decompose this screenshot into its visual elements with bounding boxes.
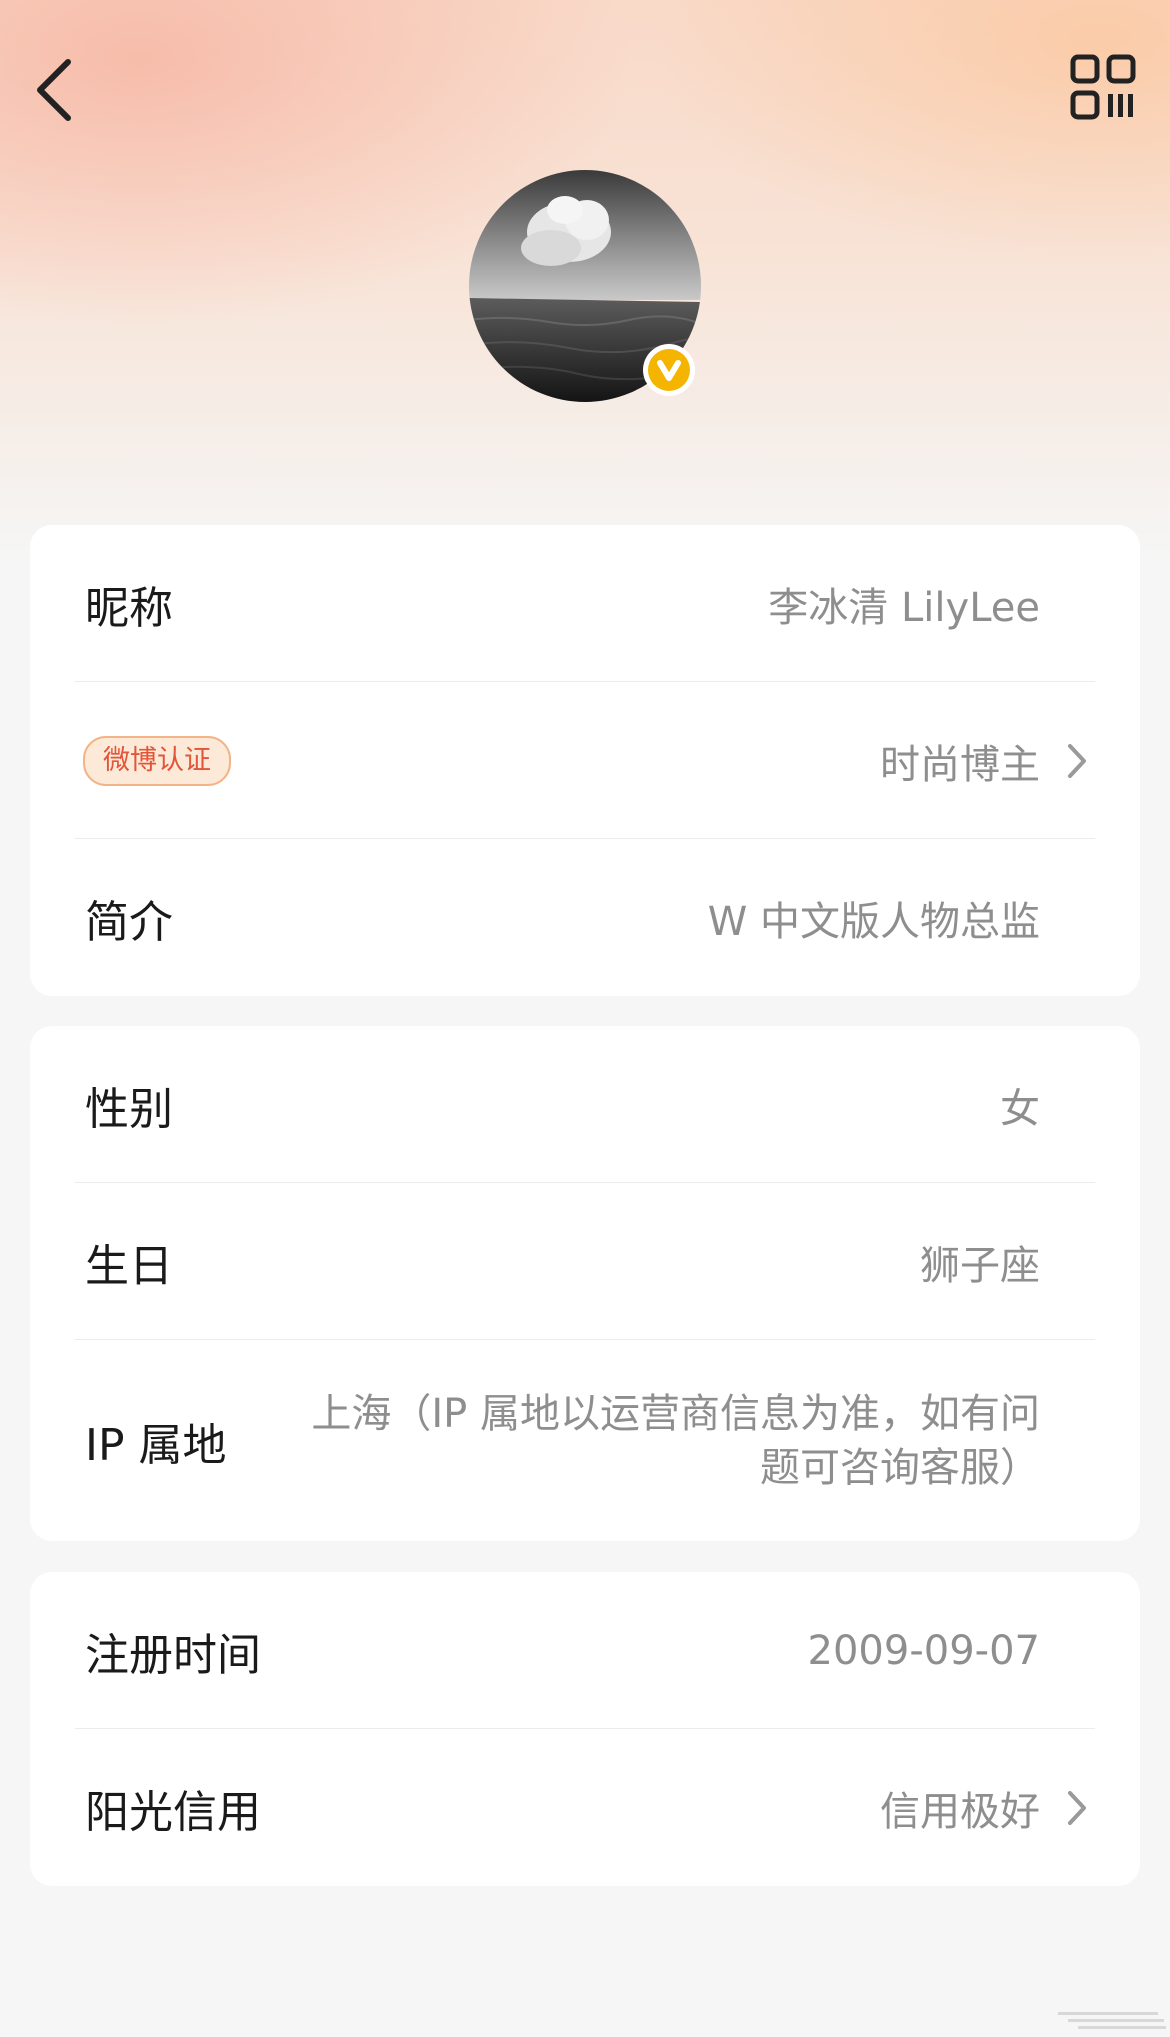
birthday-row[interactable]: 生日 狮子座 bbox=[30, 1183, 1140, 1340]
qr-code-button[interactable] bbox=[1070, 54, 1136, 120]
ip-location-row: IP 属地 上海（IP 属地以运营商信息为准，如有问题可咨询客服） bbox=[30, 1340, 1140, 1541]
personal-info-card: 性别 女 生日 狮子座 IP 属地 上海（IP 属地以运营商信息为准，如有问题可… bbox=[30, 1026, 1140, 1541]
register-time-value: 2009-09-07 bbox=[807, 1627, 1040, 1674]
sunshine-credit-value: 信用极好 bbox=[880, 1788, 1040, 1835]
sunshine-credit-label: 阳光信用 bbox=[85, 1786, 261, 1838]
verified-v-icon bbox=[643, 344, 695, 396]
intro-row[interactable]: 简介 W 中文版人物总监 bbox=[30, 839, 1140, 996]
gender-value: 女 bbox=[1000, 1085, 1040, 1132]
watermark-lines bbox=[1058, 2010, 1168, 2032]
weibo-verification-tag: 微博认证 bbox=[83, 735, 231, 786]
gender-row[interactable]: 性别 女 bbox=[30, 1026, 1140, 1183]
nickname-row[interactable]: 昵称 李冰清 LilyLee bbox=[30, 525, 1140, 682]
intro-label: 简介 bbox=[85, 896, 173, 948]
verified-badge bbox=[641, 342, 697, 398]
register-time-label: 注册时间 bbox=[85, 1629, 261, 1681]
nickname-label: 昵称 bbox=[85, 582, 173, 634]
back-button[interactable] bbox=[22, 48, 92, 128]
birthday-label: 生日 bbox=[85, 1240, 173, 1292]
nickname-value: 李冰清 LilyLee bbox=[768, 584, 1040, 631]
qr-code-icon bbox=[1070, 54, 1136, 120]
profile-info-card: 昵称 李冰清 LilyLee 微博认证 时尚博主 简介 W 中文版人物总监 bbox=[30, 525, 1140, 996]
account-info-card: 注册时间 2009-09-07 阳光信用 信用极好 bbox=[30, 1572, 1140, 1886]
gender-label: 性别 bbox=[85, 1083, 173, 1135]
verification-value: 时尚博主 bbox=[880, 741, 1040, 788]
ip-location-label: IP 属地 bbox=[85, 1419, 227, 1471]
register-time-row: 注册时间 2009-09-07 bbox=[30, 1572, 1140, 1729]
chevron-left-icon bbox=[37, 59, 71, 121]
sunshine-credit-row[interactable]: 阳光信用 信用极好 bbox=[30, 1729, 1140, 1886]
chevron-right-icon bbox=[1068, 1790, 1086, 1825]
ip-location-value: 上海（IP 属地以运营商信息为准，如有问题可咨询客服） bbox=[311, 1390, 1040, 1491]
birthday-value: 狮子座 bbox=[920, 1242, 1040, 1289]
chevron-right-icon bbox=[1068, 743, 1086, 778]
intro-value: W 中文版人物总监 bbox=[707, 898, 1040, 945]
verification-row[interactable]: 微博认证 时尚博主 bbox=[30, 682, 1140, 839]
